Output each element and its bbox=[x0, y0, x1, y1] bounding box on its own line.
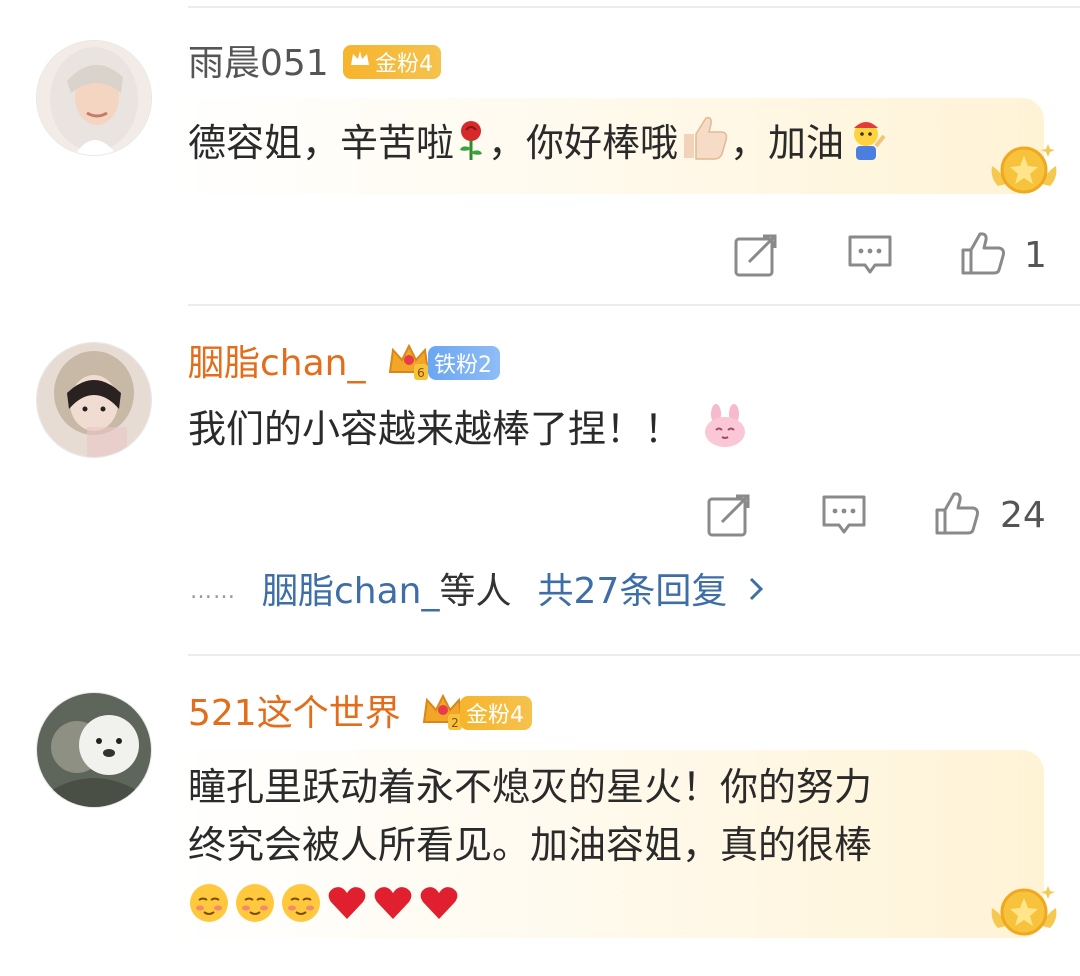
red-heart-emoji bbox=[374, 887, 412, 919]
shy-face-emoji bbox=[190, 884, 228, 922]
reply-total[interactable]: 共27条回复 bbox=[538, 568, 728, 616]
badge-label: 铁粉2 bbox=[434, 353, 492, 378]
avatar[interactable] bbox=[36, 342, 152, 458]
reply-icon[interactable] bbox=[821, 492, 867, 538]
medal-icon bbox=[991, 886, 1057, 936]
cheering-emoji bbox=[844, 116, 888, 178]
repost-icon[interactable] bbox=[706, 492, 752, 538]
view-replies-link[interactable]: …… 胭脂chan_ 等人 共27条回复 bbox=[190, 568, 765, 616]
username[interactable]: 521这个世界 bbox=[188, 692, 401, 736]
comment-line-2: 终究会被人所看见。加油容姐，真的很棒 bbox=[188, 823, 873, 867]
reply-icon[interactable] bbox=[847, 232, 893, 278]
comment-text: 德容姐，辛苦啦 ，你好棒哦 ，加油 bbox=[188, 114, 888, 178]
fan-badge[interactable]: 铁粉2 bbox=[428, 346, 500, 380]
comment-item: 雨晨051 金粉4 德容姐，辛苦啦 ，你好棒哦 ，加油 1 bbox=[0, 0, 1080, 306]
medal-icon bbox=[991, 144, 1057, 194]
badge-label: 金粉4 bbox=[466, 703, 524, 728]
fan-badge[interactable]: 金粉4 bbox=[343, 45, 441, 79]
username[interactable]: 雨晨051 bbox=[188, 42, 329, 86]
repost-icon[interactable] bbox=[733, 232, 779, 278]
like-icon[interactable] bbox=[960, 230, 1006, 276]
thumbs-up-emoji bbox=[678, 114, 730, 178]
reply-suffix: 等人 bbox=[439, 571, 512, 612]
red-heart-emoji bbox=[328, 887, 366, 919]
reply-dots: …… bbox=[190, 579, 236, 604]
reply-author[interactable]: 胭脂chan_ bbox=[262, 568, 440, 616]
comment-text: 我们的小容越来越棒了捏！！ bbox=[188, 400, 748, 464]
crown-icon bbox=[349, 49, 371, 75]
pink-bunny-emoji bbox=[702, 404, 748, 464]
like-count: 24 bbox=[1000, 495, 1046, 536]
comment-line-1: 瞳孔里跃动着永不熄灭的星火！你的努力 bbox=[188, 765, 873, 809]
badge-label: 金粉4 bbox=[375, 52, 433, 77]
comment-item: 521这个世界 2 金粉4 瞳孔里跃动着永不熄灭的星火！你的努力 终究会被人所看… bbox=[0, 656, 1080, 976]
crown-6-icon: 6 bbox=[386, 338, 432, 384]
avatar[interactable] bbox=[36, 692, 152, 808]
svg-text:2: 2 bbox=[451, 716, 459, 730]
shy-face-emoji bbox=[282, 884, 320, 922]
comment-text: 瞳孔里跃动着永不熄灭的星火！你的努力 终究会被人所看见。加油容姐，真的很棒 bbox=[188, 758, 872, 932]
like-count: 1 bbox=[1024, 235, 1047, 276]
shy-face-emoji bbox=[236, 884, 274, 922]
emoji-row bbox=[188, 874, 872, 932]
divider bbox=[188, 6, 1080, 8]
chevron-right-icon[interactable] bbox=[747, 568, 765, 616]
fan-badge[interactable]: 金粉4 bbox=[460, 696, 532, 730]
avatar[interactable] bbox=[36, 40, 152, 156]
svg-text:6: 6 bbox=[417, 366, 425, 380]
red-heart-emoji bbox=[420, 887, 458, 919]
like-icon[interactable] bbox=[934, 490, 980, 536]
rose-emoji bbox=[454, 118, 488, 178]
username[interactable]: 胭脂chan_ bbox=[188, 342, 366, 386]
